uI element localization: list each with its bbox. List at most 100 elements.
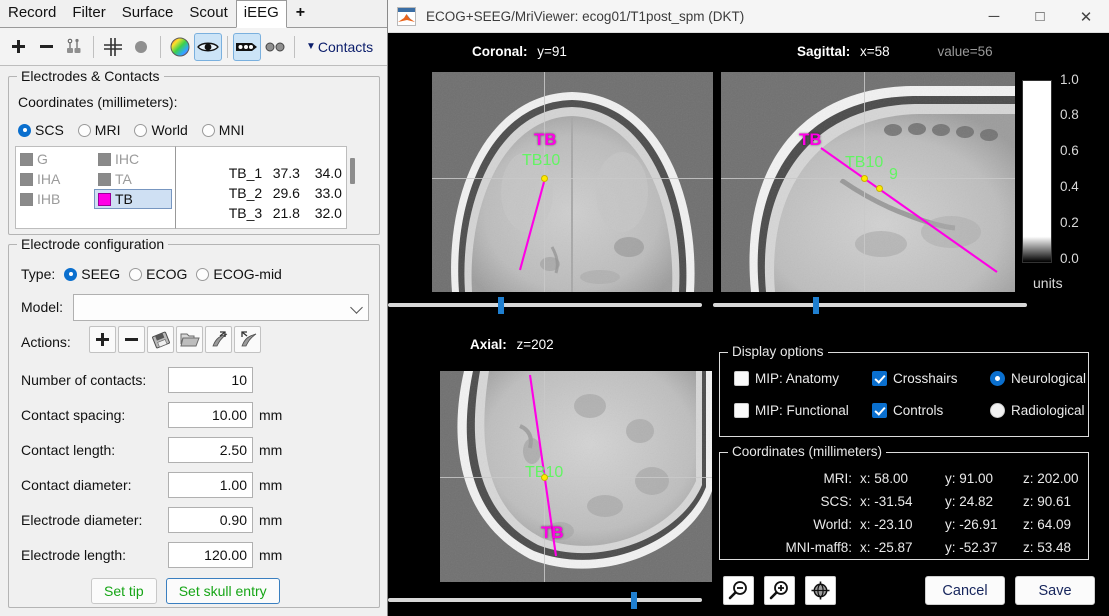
radio-ecog[interactable]: ECOG <box>129 266 187 282</box>
actions-label: Actions: <box>21 334 71 350</box>
list-item[interactable]: IHB <box>16 189 94 209</box>
sagittal-header: Sagittal: x=58 value=56 <box>797 44 993 59</box>
radio-mri[interactable]: MRI <box>78 122 121 138</box>
radio-world[interactable]: World <box>134 122 187 138</box>
show-electrodes-eye-icon[interactable] <box>194 33 222 61</box>
save-button[interactable]: Save <box>1015 576 1095 605</box>
sphere-icon[interactable] <box>127 33 155 61</box>
action-save-disk-icon[interactable] <box>147 326 174 353</box>
sagittal-slider-thumb[interactable] <box>813 297 819 314</box>
add-electrode-icon[interactable] <box>4 33 32 61</box>
reset-view-icon[interactable] <box>805 576 836 605</box>
electrode-label: IHA <box>37 171 60 187</box>
checkbox-mip-anatomy-label: MIP: Anatomy <box>755 371 839 386</box>
checkbox-controls[interactable]: Controls <box>872 403 974 418</box>
toolbar-separator-4 <box>294 36 295 58</box>
list-item[interactable]: IHA <box>16 169 94 189</box>
axial-slider-thumb[interactable] <box>631 592 637 609</box>
crosshair-icon[interactable] <box>99 33 127 61</box>
tab-record[interactable]: Record <box>0 0 64 27</box>
action-export-matlab-icon[interactable] <box>205 326 232 353</box>
axial-name: Axial: <box>470 337 507 352</box>
color-wheel-icon[interactable] <box>166 33 194 61</box>
radio-seeg-dot <box>64 268 77 281</box>
zoom-in-icon[interactable] <box>764 576 795 605</box>
contacts-table[interactable]: TB_137.334.035.2 TB_229.633.041.4 TB_321… <box>175 146 347 229</box>
axial-electrode-label: TB <box>541 523 564 543</box>
contact-length-input[interactable]: 2.50 <box>168 437 253 463</box>
radio-mni[interactable]: MNI <box>202 122 245 138</box>
colorbar-tick: 0.8 <box>1060 107 1079 122</box>
contacts-scrollbar-thumb[interactable] <box>350 158 355 184</box>
action-remove-icon[interactable] <box>118 326 145 353</box>
contact-length-value: 2.50 <box>220 442 247 458</box>
sagittal-view[interactable]: TB TB10 9 <box>721 72 1015 292</box>
radio-neurological[interactable]: Neurological <box>990 371 1086 386</box>
close-icon[interactable]: ✕ <box>1063 0 1109 33</box>
radio-radiological[interactable]: Radiological <box>990 403 1085 418</box>
action-add-icon[interactable] <box>89 326 116 353</box>
number-of-contacts-value: 10 <box>231 372 247 388</box>
remove-electrode-icon[interactable] <box>32 33 60 61</box>
coord-row-mni-space: MNI-maff8: <box>732 540 852 555</box>
electrode-list[interactable]: G IHA IHB IHC <box>15 146 175 229</box>
radio-mni-dot <box>202 124 215 137</box>
radio-ecog-label: ECOG <box>146 266 187 282</box>
electrode-depth-icon[interactable] <box>60 33 88 61</box>
tab-filter[interactable]: Filter <box>64 0 113 27</box>
checkbox-mip-functional-label: MIP: Functional <box>755 403 849 418</box>
coord-row-scs-z: z: 90.61 <box>1023 494 1071 509</box>
radio-neurological-dot <box>990 371 1005 386</box>
ieeg-toolbar: ▼ Contacts <box>0 28 387 66</box>
contacts-pair-icon[interactable] <box>261 33 289 61</box>
sagittal-contact-label-2: 9 <box>889 166 898 184</box>
checkbox-mip-anatomy[interactable]: MIP: Anatomy <box>734 371 856 386</box>
table-row[interactable]: TB_137.334.035.2 <box>182 149 346 169</box>
contact-marker <box>861 175 868 182</box>
list-item[interactable]: IHC <box>94 149 172 169</box>
electrode-color-swatch <box>98 153 111 166</box>
tab-add[interactable]: + <box>287 0 314 27</box>
window-titlebar[interactable]: ECOG+SEEG/MriViewer: ecog01/T1post_spm (… <box>388 0 1109 33</box>
sagittal-electrode-label: TB <box>799 130 822 150</box>
action-import-matlab-icon[interactable] <box>234 326 261 353</box>
tab-surface[interactable]: Surface <box>114 0 182 27</box>
set-skull-entry-button[interactable]: Set skull entry <box>166 578 280 604</box>
maximize-icon[interactable]: □ <box>1017 0 1063 33</box>
contact-spacing-input[interactable]: 10.00 <box>168 402 253 428</box>
tab-ieeg[interactable]: iEEG <box>236 0 287 28</box>
contact-diameter-input[interactable]: 1.00 <box>168 472 253 498</box>
electrode-length-input[interactable]: 120.00 <box>168 542 253 568</box>
contacts-dropdown-label: Contacts <box>318 39 373 55</box>
list-item[interactable]: TA <box>94 169 172 189</box>
set-tip-button[interactable]: Set tip <box>91 578 157 604</box>
action-open-folder-icon[interactable] <box>176 326 203 353</box>
checkbox-mip-functional[interactable]: MIP: Functional <box>734 403 856 418</box>
contacts-scrollbar[interactable] <box>347 146 358 229</box>
coronal-slider-track[interactable] <box>388 303 702 307</box>
type-label: Type: <box>21 266 55 282</box>
coronal-view[interactable]: TB TB10 <box>432 72 713 292</box>
cancel-button[interactable]: Cancel <box>925 576 1005 605</box>
number-of-contacts-input[interactable]: 10 <box>168 367 253 393</box>
radio-seeg[interactable]: SEEG <box>64 266 120 282</box>
tab-scout[interactable]: Scout <box>181 0 235 27</box>
radio-ecog-mid-dot <box>196 268 209 281</box>
list-item-selected[interactable]: TB <box>94 189 172 209</box>
coronal-slider-thumb[interactable] <box>498 297 504 314</box>
contact-x: 21.8 <box>273 205 315 221</box>
zoom-out-icon[interactable] <box>723 576 754 605</box>
checkbox-crosshairs[interactable]: Crosshairs <box>872 371 974 386</box>
axial-view[interactable]: TB10 TB <box>440 371 712 582</box>
contacts-strip-icon[interactable] <box>233 33 261 61</box>
model-select[interactable] <box>73 294 369 321</box>
colorbar-tick: 1.0 <box>1060 72 1079 87</box>
contacts-dropdown[interactable]: ▼ Contacts <box>300 39 373 55</box>
minimize-icon[interactable]: ─ <box>971 0 1017 33</box>
radio-scs[interactable]: SCS <box>18 122 64 138</box>
electrode-diameter-input[interactable]: 0.90 <box>168 507 253 533</box>
list-item[interactable]: G <box>16 149 94 169</box>
sagittal-slider-track[interactable] <box>713 303 1027 307</box>
radio-ecog-mid[interactable]: ECOG-mid <box>196 266 281 282</box>
axial-slider-track[interactable] <box>388 598 702 602</box>
